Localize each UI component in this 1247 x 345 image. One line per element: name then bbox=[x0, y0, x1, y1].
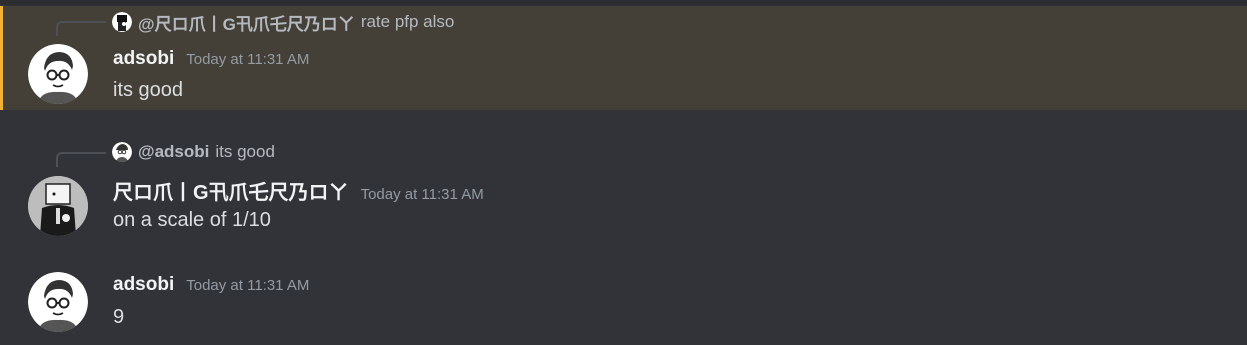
message-3[interactable]: adsobi Today at 11:31 AM 9 bbox=[0, 266, 1247, 345]
reply-avatar-icon[interactable] bbox=[112, 142, 132, 162]
message-content: its good bbox=[113, 79, 184, 101]
message-content: 9 bbox=[113, 306, 125, 328]
reply-avatar-icon[interactable] bbox=[112, 12, 132, 32]
reply-author[interactable]: @adsobi bbox=[138, 142, 209, 162]
channel-top-border bbox=[0, 0, 1247, 5]
reply-author[interactable]: @尺ロ爪丨G卂爪乇尺乃ロㄚ bbox=[138, 10, 355, 35]
reply-text[interactable]: rate pfp also bbox=[361, 12, 455, 32]
author-name[interactable]: adsobi bbox=[113, 48, 174, 70]
message-header: adsobi Today at 11:31 AM bbox=[113, 48, 309, 72]
timestamp[interactable]: Today at 11:31 AM bbox=[186, 277, 309, 294]
author-name[interactable]: 尺ロ爪丨G卂爪乇尺乃ロㄚ bbox=[113, 176, 349, 205]
message-2[interactable]: @adsobi its good 尺ロ爪丨G卂爪乇尺乃ロㄚ Today at 1… bbox=[0, 138, 1247, 242]
message-1[interactable]: @尺ロ爪丨G卂爪乇尺乃ロㄚ rate pfp also adsobi Today… bbox=[0, 6, 1247, 110]
reply-text[interactable]: its good bbox=[215, 142, 275, 162]
reply-preview[interactable]: @尺ロ爪丨G卂爪乇尺乃ロㄚ rate pfp also bbox=[112, 10, 455, 35]
reply-connector bbox=[56, 21, 106, 36]
avatar[interactable] bbox=[28, 44, 88, 104]
avatar[interactable] bbox=[28, 176, 88, 236]
message-header: 尺ロ爪丨G卂爪乇尺乃ロㄚ Today at 11:31 AM bbox=[113, 176, 484, 204]
reply-connector bbox=[56, 152, 106, 167]
timestamp[interactable]: Today at 11:31 AM bbox=[186, 51, 309, 68]
author-name[interactable]: adsobi bbox=[113, 274, 174, 296]
message-content: on a scale of 1/10 bbox=[113, 209, 271, 231]
reply-preview[interactable]: @adsobi its good bbox=[112, 142, 275, 162]
avatar[interactable] bbox=[28, 272, 88, 332]
timestamp[interactable]: Today at 11:31 AM bbox=[361, 186, 484, 203]
message-header: adsobi Today at 11:31 AM bbox=[113, 274, 309, 298]
